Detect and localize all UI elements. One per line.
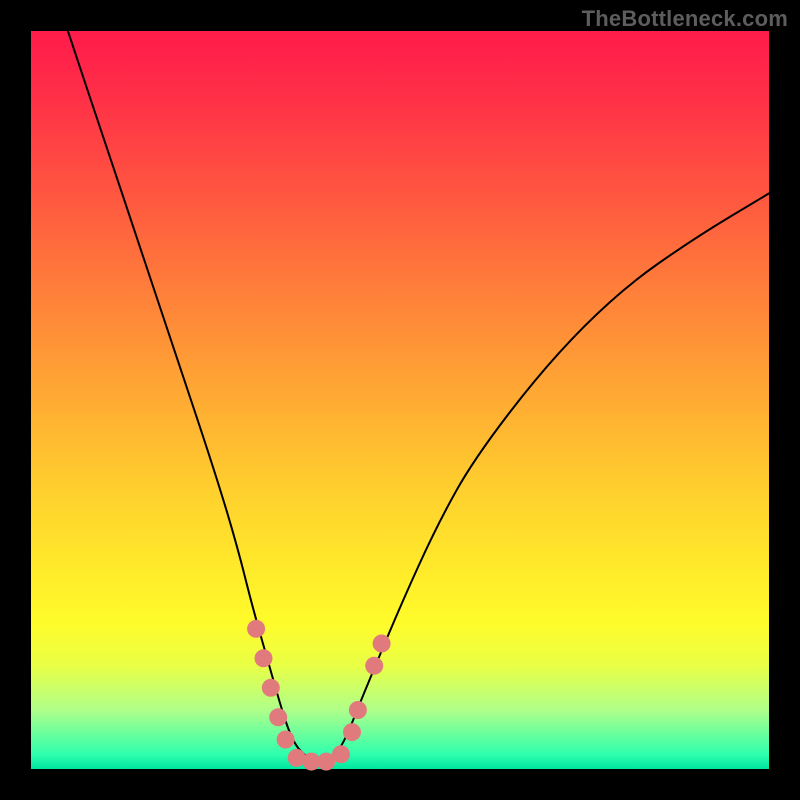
curve-marker [247, 620, 265, 638]
curve-marker [262, 679, 280, 697]
curve-marker [343, 723, 361, 741]
curve-marker [349, 701, 367, 719]
chart-frame [31, 31, 769, 769]
curve-marker [255, 649, 273, 667]
curve-marker [373, 635, 391, 653]
curve-marker [365, 657, 383, 675]
curve-marker [269, 708, 287, 726]
curve-marker [332, 745, 350, 763]
curve-marker [277, 731, 295, 749]
watermark-label: TheBottleneck.com [582, 6, 788, 32]
curve-markers [247, 620, 391, 771]
bottleneck-curve [68, 31, 769, 762]
chart-svg [31, 31, 769, 769]
